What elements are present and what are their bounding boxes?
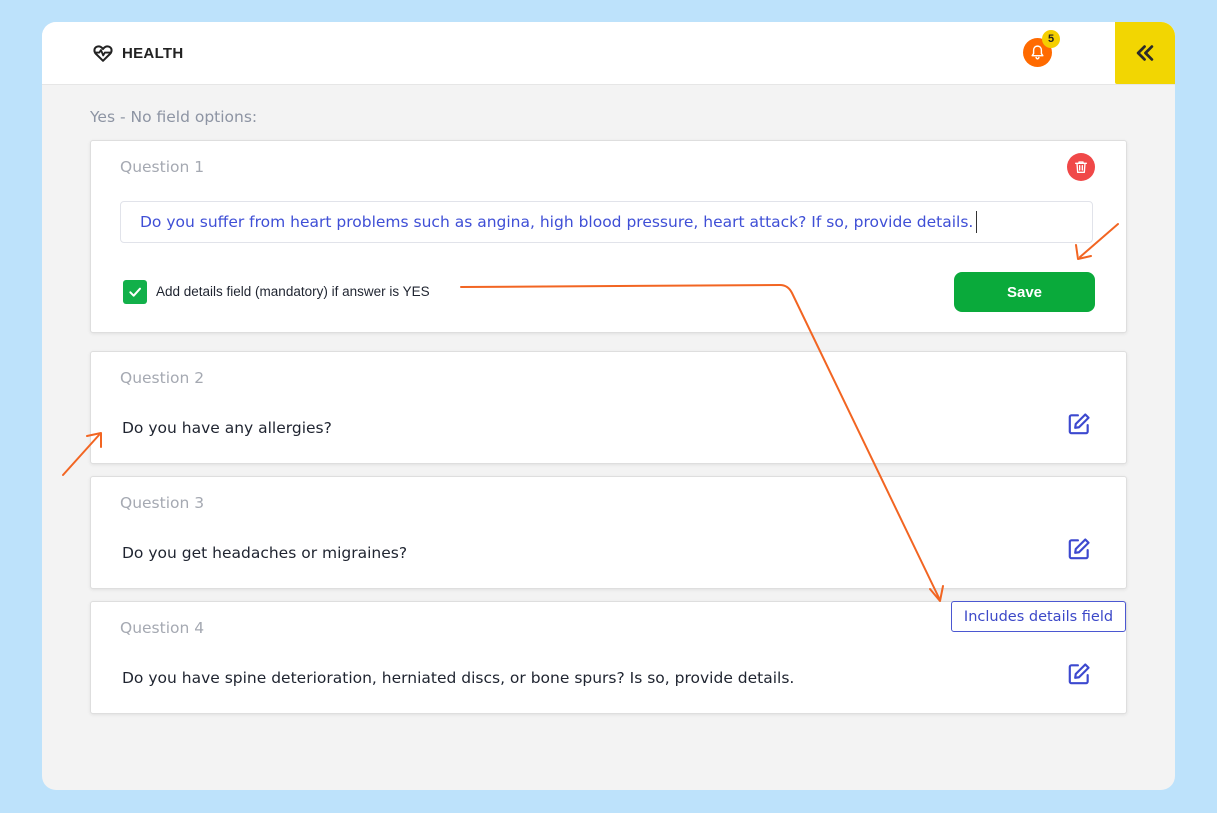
collapse-sidebar-button[interactable] (1115, 22, 1175, 84)
app-window: HEALTH 5 Yes - No field options: Questio… (42, 22, 1175, 790)
trash-icon (1075, 161, 1087, 173)
question-card: Question 2 Do you have any allergies? (90, 351, 1127, 464)
checkmark-icon (129, 287, 141, 297)
edit-icon[interactable] (1066, 536, 1092, 562)
edit-icon[interactable] (1066, 661, 1092, 687)
includes-details-tag: Includes details field (951, 601, 1126, 632)
heartbeat-icon (93, 45, 113, 62)
question-label: Question 4 (120, 619, 205, 637)
bell-icon (1031, 45, 1044, 60)
text-caret (976, 211, 978, 233)
question-label: Question 3 (120, 494, 205, 512)
save-button[interactable]: Save (954, 272, 1095, 312)
question-card: Question 3 Do you get headaches or migra… (90, 476, 1127, 589)
question-input-value: Do you suffer from heart problems such a… (140, 213, 974, 231)
notification-count-badge: 5 (1042, 30, 1060, 48)
question-text-input[interactable]: Do you suffer from heart problems such a… (120, 201, 1093, 243)
question-label: Question 1 (120, 158, 205, 176)
question-text: Do you have any allergies? (122, 419, 332, 437)
question-card-editing: Question 1 Do you suffer from heart prob… (90, 140, 1127, 333)
page-title: HEALTH (122, 44, 184, 62)
top-bar: HEALTH 5 (42, 22, 1175, 85)
question-label: Question 2 (120, 369, 205, 387)
section-title: Yes - No field options: (90, 108, 258, 126)
question-text: Do you have spine deterioration, herniat… (122, 669, 795, 687)
question-text: Do you get headaches or migraines? (122, 544, 408, 562)
edit-icon[interactable] (1066, 411, 1092, 437)
brand: HEALTH (92, 42, 184, 64)
details-field-checkbox-label[interactable]: Add details field (mandatory) if answer … (156, 284, 430, 299)
double-chevron-left-icon (1136, 45, 1154, 61)
details-field-checkbox[interactable] (123, 280, 147, 304)
delete-question-button[interactable] (1067, 153, 1095, 181)
